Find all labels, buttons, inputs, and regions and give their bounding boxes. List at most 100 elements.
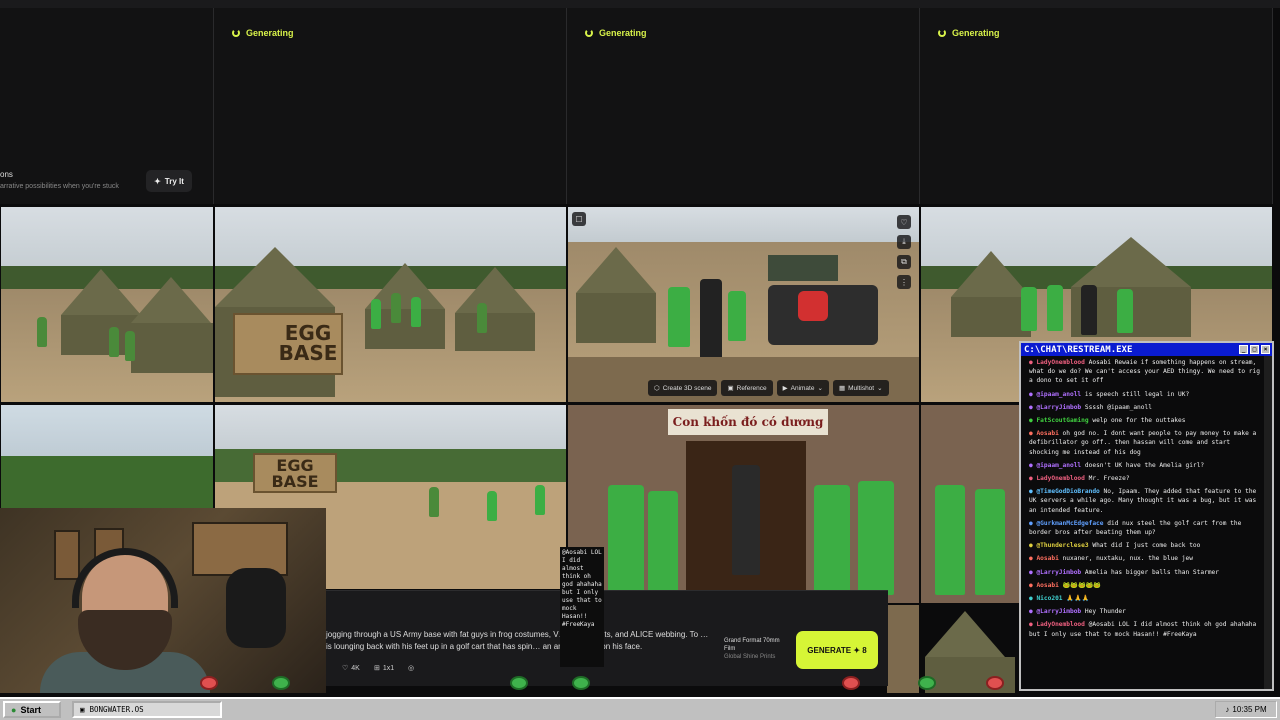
- cube-icon: ⬡: [654, 385, 660, 392]
- overlay-chat-bubble: @Aosabi LOL I did almost think oh god ah…: [560, 547, 604, 667]
- chat-message: ● Aosabi 🐸🐸🐸🐸🐸: [1029, 581, 1262, 590]
- chat-message: ● @LarryJimbob Amelia has bigger balls t…: [1029, 568, 1262, 577]
- image-icon: ▣: [727, 385, 734, 392]
- taskbar-item[interactable]: ▣ BONGWATER.OS: [72, 701, 222, 718]
- chat-message: ● @ipaam_anoll is speech still legal in …: [1029, 390, 1262, 399]
- chat-message: ● LadyOnemblood Aosabi Rewaie if somethi…: [1029, 358, 1262, 386]
- chat-text: 🙏🙏🙏: [1066, 595, 1090, 603]
- frog-emote: [272, 676, 290, 690]
- chat-text: is speech still legal in UK?: [1084, 390, 1190, 398]
- chat-message: ● FatScoutGaming welp one for the outtak…: [1029, 416, 1262, 425]
- model-sub: Global Shine Prints: [724, 654, 776, 660]
- multishot-icon: ▦: [838, 385, 846, 392]
- chat-text: Amelia has bigger balls than Starmer: [1084, 568, 1219, 576]
- frog-emote: [842, 676, 860, 690]
- settings-chip[interactable]: ◎: [408, 661, 414, 675]
- frog-emote: [572, 676, 590, 690]
- tip-panel: ons arrative possibilities when you're s…: [0, 8, 214, 204]
- maximize-button[interactable]: □: [1250, 345, 1259, 354]
- prompt-input[interactable]: jogging through a US Army base with fat …: [326, 629, 716, 653]
- image-tile[interactable]: [0, 206, 214, 403]
- close-button[interactable]: ×: [1261, 345, 1270, 354]
- chat-username: Aosabi: [1036, 430, 1059, 438]
- chat-username: Nico201: [1036, 595, 1063, 603]
- model-name: Grand Format 70mm Film: [724, 638, 780, 652]
- chat-text: What did I just come back too: [1092, 542, 1201, 550]
- shop-banner: Con khốn đó có dương vật: [668, 409, 828, 455]
- chat-username: @Thunderclese3: [1036, 542, 1089, 550]
- image-tile[interactable]: [920, 404, 1020, 604]
- speaker-icon: ♪: [1225, 705, 1230, 714]
- model-selector[interactable]: Grand Format 70mm Film Global Shine Prin…: [724, 637, 790, 661]
- sparkle-icon: ✦: [154, 176, 161, 186]
- chat-username: @LarryJimbob: [1036, 568, 1082, 576]
- tile-toolbar: ⬡ Create 3D scene ▣ Reference ▶ Animate ⌄ ▦ M…: [648, 380, 889, 396]
- resolution-chip[interactable]: ♡ 4K: [342, 661, 360, 675]
- heart-icon: ♡: [342, 665, 349, 672]
- chat-message: ● @LarryJimbob Ssssh @ipaam_anoll: [1029, 403, 1262, 412]
- start-button[interactable]: ● Start: [3, 701, 61, 718]
- animate-button[interactable]: ▶ Animate ⌄: [776, 380, 829, 396]
- streamer: [40, 548, 210, 693]
- tip-title: ons: [0, 170, 13, 179]
- window-icon: ▣: [80, 705, 85, 714]
- copy-icon[interactable]: ⧉: [897, 255, 911, 269]
- chat-username: Aosabi: [1036, 555, 1059, 563]
- chat-message: ● Aosabi nuxaner, nuxtaku, nux. the blue…: [1029, 554, 1262, 563]
- chat-text: 🐸🐸🐸🐸🐸: [1062, 581, 1102, 589]
- egg-base-sign: EGG BASE: [253, 453, 337, 493]
- create-3d-button[interactable]: ⬡ Create 3D scene: [648, 380, 718, 396]
- chat-username: @TimeGodDioBrando: [1036, 488, 1100, 496]
- generating-panel-1: Generating: [214, 8, 567, 204]
- generating-status: Generating: [232, 28, 294, 38]
- chat-username: @ipaam_anoll: [1036, 390, 1082, 398]
- chat-message: ● @ipaam_anoll doesn't UK have the Ameli…: [1029, 461, 1262, 470]
- chat-message: ● @GurkmanMcEdgeface did nux steel the g…: [1029, 519, 1262, 537]
- minimize-button[interactable]: _: [1239, 345, 1248, 354]
- chat-message: ● Nico201 🙏🙏🙏: [1029, 594, 1262, 603]
- generate-button[interactable]: GENERATE ✦ 8: [796, 631, 878, 669]
- image-tile[interactable]: Con khốn đó có dương vật: [567, 404, 920, 604]
- microphone: [226, 568, 286, 648]
- try-it-button[interactable]: ✦ Try It: [146, 170, 192, 192]
- chat-text: nuxaner, nuxtaku, nux. the blue jew: [1062, 555, 1193, 563]
- webcam-feed: [0, 508, 326, 693]
- chat-titlebar[interactable]: C:\CHAT\RESTREAM.EXE _ □ ×: [1021, 343, 1272, 356]
- chat-text: Hey Thunder: [1084, 608, 1126, 616]
- clock: ♪ 10:35 PM: [1215, 701, 1277, 718]
- top-bar: [0, 0, 1280, 8]
- chat-message: ● @LarryJimbob Hey Thunder: [1029, 607, 1262, 616]
- spinner-icon: [232, 29, 240, 37]
- chat-message: ● @TimeGodDioBrando No, Ipaam. They adde…: [1029, 487, 1262, 515]
- chat-scrollbar[interactable]: [1264, 356, 1272, 689]
- ratio-chip[interactable]: ⊞ 1x1: [374, 661, 394, 675]
- chat-username: LadyOnemblood: [1036, 475, 1085, 483]
- generating-status: Generating: [585, 28, 647, 38]
- chat-text: welp one for the outtakes: [1092, 417, 1186, 425]
- tip-subtitle: arrative possibilities when you're stuck: [0, 183, 119, 190]
- chat-text: doesn't UK have the Amelia girl?: [1084, 461, 1205, 469]
- download-icon[interactable]: ⤓: [897, 235, 911, 249]
- chat-message: ● @Thunderclese3 What did I just come ba…: [1029, 541, 1262, 550]
- target-icon: ◎: [408, 665, 415, 672]
- spinner-icon: [938, 29, 946, 37]
- chat-username: @ipaam_anoll: [1036, 461, 1082, 469]
- select-checkbox[interactable]: ☐: [572, 212, 586, 226]
- generating-panel-2: Generating: [567, 8, 920, 204]
- image-tile[interactable]: [886, 604, 920, 694]
- multishot-button[interactable]: ▦ Multishot ⌄: [832, 380, 889, 396]
- more-icon[interactable]: ⋮: [897, 275, 911, 289]
- heart-icon[interactable]: ♡: [897, 215, 911, 229]
- prompt-bar: jogging through a US Army base with fat …: [326, 590, 888, 686]
- video-icon: ▶: [782, 385, 788, 392]
- image-tile[interactable]: EGG BASE: [214, 206, 567, 403]
- frog-emote: [986, 676, 1004, 690]
- frog-emote: [200, 676, 218, 690]
- image-tile-selected[interactable]: ☐ ♡ ⤓ ⧉ ⋮: [567, 206, 920, 403]
- chat-username: Aosabi: [1036, 581, 1059, 589]
- chat-username: FatScoutGaming: [1036, 417, 1089, 425]
- frog-icon: ●: [11, 704, 17, 715]
- chat-text: Ssssh @ipaam_anoll: [1084, 403, 1152, 411]
- reference-button[interactable]: ▣ Reference: [721, 380, 773, 396]
- chat-window: C:\CHAT\RESTREAM.EXE _ □ × ● LadyOnemblo…: [1019, 341, 1274, 691]
